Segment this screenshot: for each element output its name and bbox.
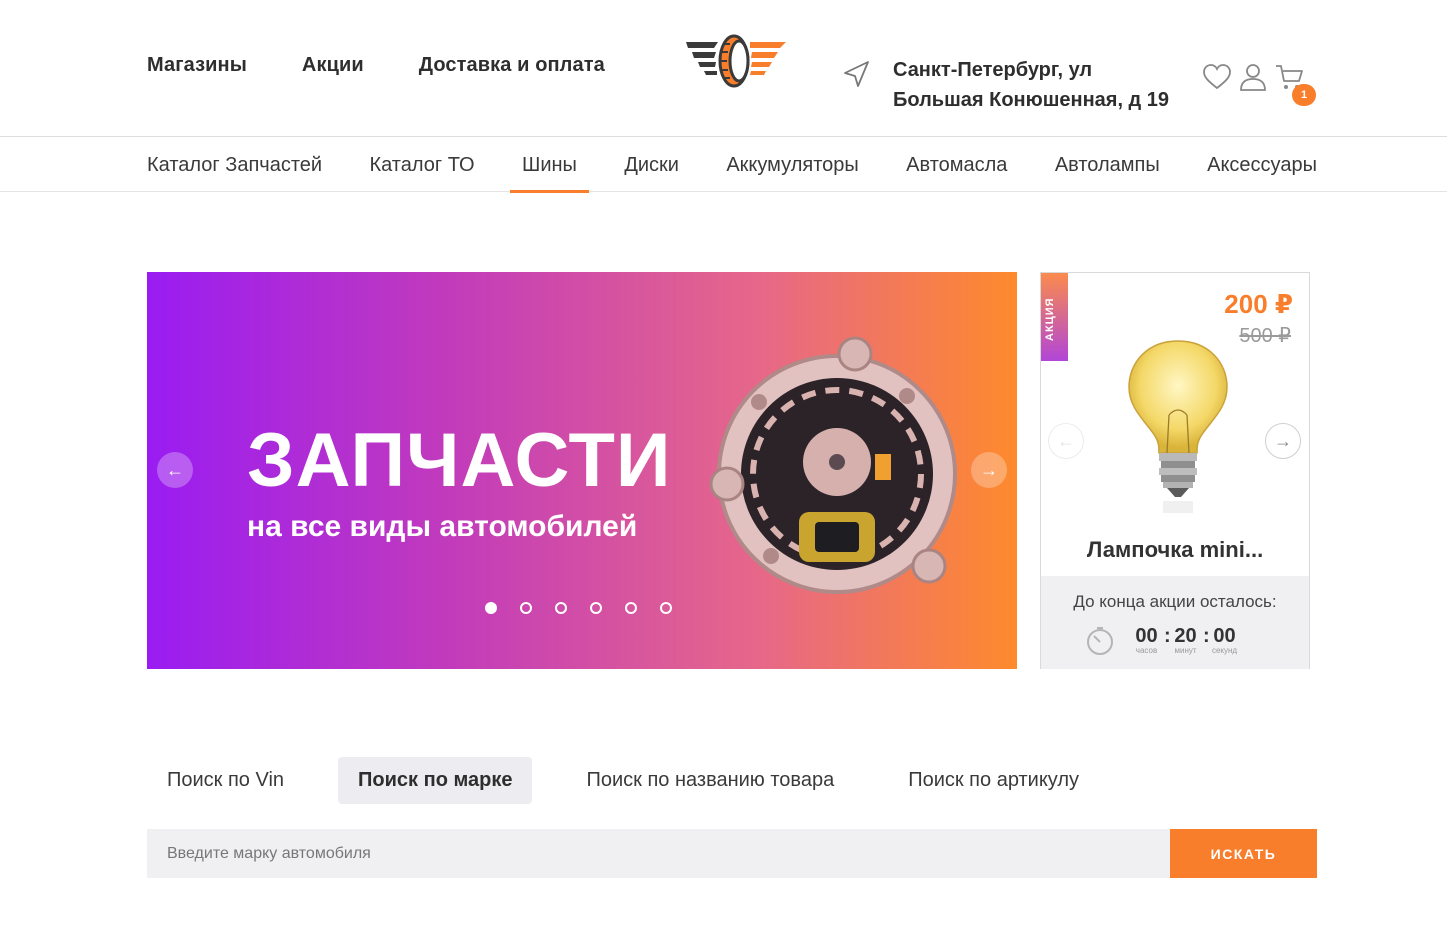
user-icon[interactable] [1238, 62, 1268, 92]
nav-link-promotions[interactable]: Акции [302, 54, 364, 77]
nav-link-delivery[interactable]: Доставка и оплата [419, 54, 605, 77]
promo-tag-label: АКЦИЯ [1044, 297, 1056, 341]
promo-timer: До конца акции осталось: 00 часов : 20 м… [1041, 576, 1309, 669]
banner-prev-arrow[interactable]: ← [157, 452, 193, 488]
promo-tag: АКЦИЯ [1041, 273, 1068, 361]
tab-search-brand[interactable]: Поиск по марке [338, 757, 533, 804]
timer-minutes-unit: минут [1174, 646, 1197, 655]
banner-next-arrow[interactable]: → [971, 452, 1007, 488]
stopwatch-icon [1087, 627, 1113, 655]
search-tabs: Поиск по Vin Поиск по марке Поиск по наз… [147, 757, 1133, 804]
promo-prev-arrow[interactable]: ← [1048, 423, 1084, 459]
cart-count-badge: 1 [1292, 84, 1316, 106]
catalog-nav: Каталог Запчастей Каталог ТО Шины Диски … [0, 138, 1447, 193]
banner-dot-6[interactable] [660, 602, 672, 614]
tab-search-article[interactable]: Поиск по артикулу [888, 757, 1099, 804]
promo-next-arrow[interactable]: → [1265, 423, 1301, 459]
alternator-image [709, 336, 957, 594]
catalog-item-batteries[interactable]: Аккумуляторы [726, 138, 858, 192]
banner-pagination [485, 602, 672, 614]
catalog-item-parts[interactable]: Каталог Запчастей [147, 138, 322, 192]
tab-search-name[interactable]: Поиск по названию товара [566, 757, 854, 804]
timer-seconds: 00 [1213, 625, 1236, 647]
banner-subtitle: на все виды автомобилей [247, 510, 638, 543]
catalog-item-lamps[interactable]: Автолампы [1055, 138, 1160, 192]
catalog-item-tires[interactable]: Шины [510, 138, 589, 193]
price-old: 500 ₽ [1239, 325, 1291, 347]
hero-banner[interactable]: ЗАПЧАСТИ на все виды автомобилей ← → [147, 272, 1017, 669]
catalog-item-oils[interactable]: Автомасла [906, 138, 1007, 192]
address-line-1: Санкт-Петербург, ул [893, 59, 1093, 81]
top-nav: Магазины Акции Доставка и оплата [147, 54, 605, 77]
logo[interactable] [684, 34, 788, 88]
banner-dot-5[interactable] [625, 602, 637, 614]
nav-link-stores[interactable]: Магазины [147, 54, 247, 77]
promo-card[interactable]: АКЦИЯ 200 ₽ 500 ₽ ← → Лампочка mini... Д… [1040, 272, 1310, 669]
banner-title: ЗАПЧАСТИ [247, 418, 672, 503]
site-header: Магазины Акции Доставка и оплата Санкт-П… [0, 0, 1447, 137]
catalog-item-maintenance[interactable]: Каталог ТО [369, 138, 474, 192]
timer-values: 00 часов : 20 минут : 00 секунд [1129, 626, 1242, 655]
catalog-item-wheels[interactable]: Диски [624, 138, 679, 192]
banner-dot-3[interactable] [555, 602, 567, 614]
lightbulb-image [1128, 340, 1228, 513]
timer-minutes: 20 [1174, 625, 1197, 647]
timer-label: До конца акции осталось: [1073, 592, 1277, 611]
tab-search-vin[interactable]: Поиск по Vin [147, 757, 304, 804]
catalog-item-accessories[interactable]: Аксессуары [1207, 138, 1317, 192]
search-input[interactable] [147, 829, 1170, 878]
address-line-2: Большая Конюшенная, д 19 [893, 89, 1170, 111]
promo-product-name[interactable]: Лампочка mini... [1041, 537, 1309, 563]
banner-dot-2[interactable] [520, 602, 532, 614]
heart-icon[interactable] [1202, 62, 1232, 92]
location-arrow-icon [844, 61, 869, 87]
search-button[interactable]: ИСКАТЬ [1170, 829, 1317, 878]
timer-hours-unit: часов [1135, 646, 1158, 655]
banner-dot-1[interactable] [485, 602, 497, 614]
banner-dot-4[interactable] [590, 602, 602, 614]
timer-hours: 00 [1135, 625, 1158, 647]
timer-seconds-unit: секунд [1211, 646, 1238, 655]
price-new: 200 ₽ [1224, 289, 1293, 319]
store-address[interactable]: Санкт-Петербург, ул Большая Конюшенная, … [893, 55, 1193, 115]
